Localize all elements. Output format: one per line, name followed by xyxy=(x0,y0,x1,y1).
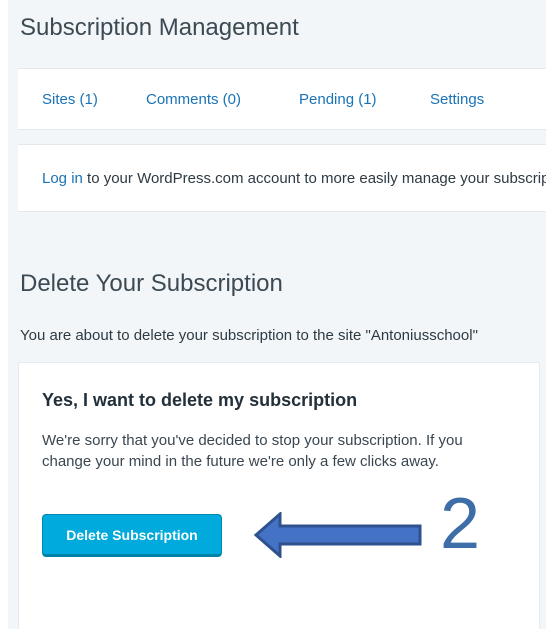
tab-comments[interactable]: Comments (0) xyxy=(146,91,241,108)
tab-pending[interactable]: Pending (1) xyxy=(299,91,377,108)
tabs-bar: Sites (1) Comments (0) Pending (1) Setti… xyxy=(18,68,546,130)
delete-subscription-button[interactable]: Delete Subscription xyxy=(42,514,222,557)
section-title: Delete Your Subscription xyxy=(20,270,283,297)
login-notice: Log in to your WordPress.com account to … xyxy=(18,144,546,212)
card-body: We're sorry that you've decided to stop … xyxy=(42,432,463,470)
card-heading: Yes, I want to delete my subscription xyxy=(42,390,358,410)
login-notice-text: Log in to your WordPress.com account to … xyxy=(42,170,546,187)
left-gutter xyxy=(0,0,8,629)
step-number: 2 xyxy=(440,484,481,564)
about-text: You are about to delete your subscriptio… xyxy=(20,327,478,344)
page-title: Subscription Management xyxy=(20,14,299,41)
left-arrow-icon xyxy=(254,512,422,558)
tab-sites[interactable]: Sites (1) xyxy=(42,91,98,108)
login-notice-rest: to your WordPress.com account to more ea… xyxy=(82,170,546,187)
login-link[interactable]: Log in xyxy=(42,170,83,187)
tab-settings[interactable]: Settings xyxy=(430,91,484,108)
